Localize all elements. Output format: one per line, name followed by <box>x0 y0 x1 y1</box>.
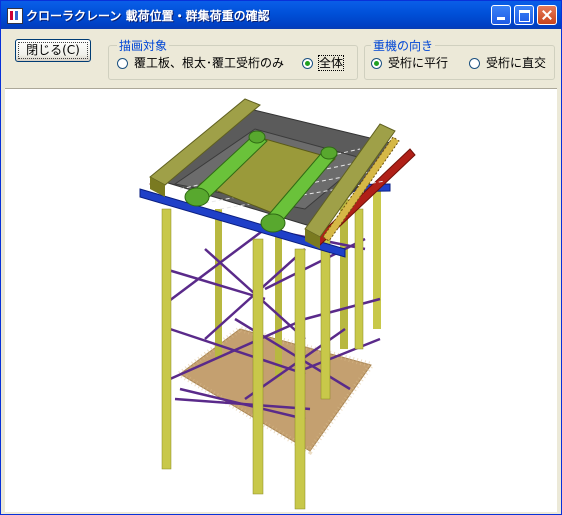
radio-draw-all[interactable]: 全体 <box>302 54 345 71</box>
close-button[interactable]: 閉じる(C) <box>15 39 91 62</box>
radio-dot-icon <box>371 58 382 69</box>
column-front-far <box>320 238 331 400</box>
minimize-button[interactable] <box>491 5 511 25</box>
column-back-right2 <box>373 189 381 329</box>
app-window: クローラクレーン 載荷位置・群集荷重の確認 閉じる(C) 描画対象 覆工板、根太… <box>0 0 562 515</box>
radio-label: 受桁に直交 <box>486 56 547 70</box>
radio-label: 受桁に平行 <box>388 56 449 70</box>
maximize-button[interactable] <box>514 5 534 25</box>
radio-label: 全体 <box>317 55 345 71</box>
column-right <box>354 208 364 350</box>
crane-direction-legend: 重機の向き <box>371 37 436 54</box>
radio-parallel[interactable]: 受桁に平行 <box>371 54 448 71</box>
column-back-mid <box>275 219 282 379</box>
radio-dot-icon <box>302 58 313 69</box>
draw-target-legend: 描画対象 <box>117 37 170 54</box>
crane-track-right-end <box>260 213 286 233</box>
column-front-mid <box>252 238 264 495</box>
app-icon <box>7 8 23 24</box>
draw-target-group: 描画対象 覆工板、根太･覆工受桁のみ 全体 <box>108 37 358 80</box>
radio-dot-icon <box>469 58 480 69</box>
crane-track-right-rear <box>320 146 338 160</box>
column-front-right <box>294 248 306 510</box>
structure-3d-view <box>139 98 416 510</box>
crane-direction-group: 重機の向き 受桁に平行 受桁に直交 <box>364 37 555 80</box>
window-title: クローラクレーン 載荷位置・群集荷重の確認 <box>26 9 270 23</box>
toolbar: 閉じる(C) 描画対象 覆工板、根太･覆工受桁のみ 全体 重機の向き 受桁に平行… <box>1 29 561 89</box>
close-window-button[interactable] <box>537 5 557 25</box>
3d-viewport[interactable] <box>5 88 557 512</box>
title-bar[interactable]: クローラクレーン 載荷位置・群集荷重の確認 <box>1 1 561 29</box>
crane-track-left-end <box>184 187 210 207</box>
column-front-left <box>161 208 172 470</box>
crane-track-left-rear <box>248 130 266 144</box>
radio-orthogonal[interactable]: 受桁に直交 <box>469 54 546 71</box>
radio-label: 覆工板、根太･覆工受桁のみ <box>134 56 285 70</box>
radio-draw-deck-only[interactable]: 覆工板、根太･覆工受桁のみ <box>117 54 284 71</box>
radio-dot-icon <box>117 58 128 69</box>
